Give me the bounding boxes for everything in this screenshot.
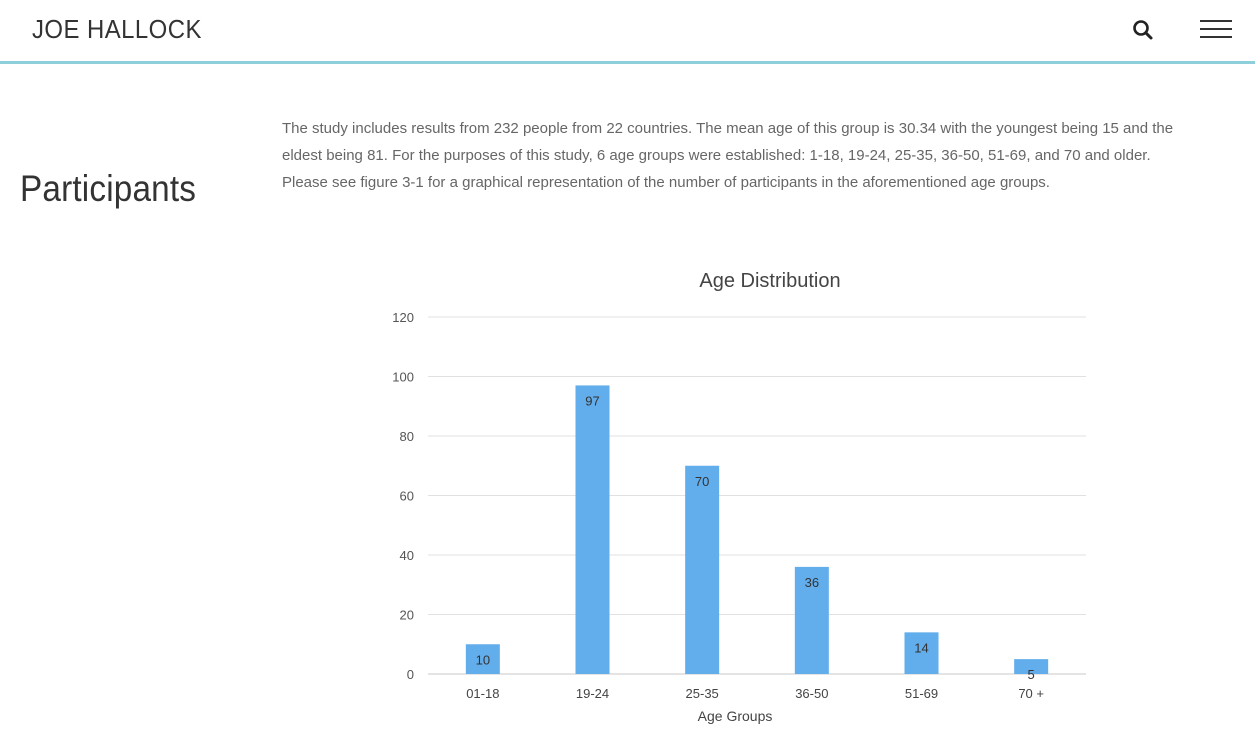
- data-label: 70: [695, 474, 709, 489]
- x-axis-label: Age Groups: [698, 708, 773, 724]
- y-tick-label: 120: [392, 310, 414, 325]
- intro-paragraph: The study includes results from 232 peop…: [282, 120, 1174, 191]
- data-label: 36: [805, 575, 819, 590]
- y-tick-label: 40: [400, 548, 414, 563]
- search-icon: [1133, 20, 1153, 40]
- bar: [685, 465, 720, 674]
- data-label: 14: [914, 640, 928, 655]
- hamburger-menu-icon: [1200, 36, 1232, 38]
- x-tick-label: 51-69: [905, 686, 938, 701]
- x-tick-label: 19-24: [576, 686, 609, 701]
- y-tick-label: 0: [407, 667, 414, 682]
- data-label: 97: [585, 393, 599, 408]
- chart-title: Age Distribution: [699, 270, 840, 292]
- site-brand[interactable]: JOE HALLOCK: [32, 14, 202, 45]
- section-title: Participants: [20, 168, 197, 209]
- bar: [575, 385, 610, 674]
- x-tick-label: 36-50: [795, 686, 828, 701]
- hamburger-menu-icon: [1200, 20, 1232, 22]
- search-button[interactable]: [1130, 17, 1156, 43]
- x-tick-label: 25-35: [686, 686, 719, 701]
- site-header: JOE HALLOCK: [0, 0, 1255, 64]
- menu-button[interactable]: [1200, 18, 1234, 42]
- y-tick-label: 20: [400, 608, 414, 623]
- data-label: 5: [1028, 667, 1035, 682]
- y-tick-label: 60: [400, 489, 414, 504]
- y-tick-label: 100: [392, 370, 414, 385]
- data-label: 10: [476, 652, 490, 667]
- hamburger-menu-icon: [1200, 28, 1232, 30]
- age-distribution-chart: Age Distribution 0 20 40 60 80 100 120 10 01-18 97…: [370, 255, 1110, 742]
- x-tick-label: 70 +: [1018, 686, 1044, 701]
- y-tick-label: 80: [400, 429, 414, 444]
- chart-svg: Age Distribution 0 20 40 60 80 100 120 10 01-18 97…: [392, 270, 1086, 724]
- x-tick-label: 01-18: [466, 686, 499, 701]
